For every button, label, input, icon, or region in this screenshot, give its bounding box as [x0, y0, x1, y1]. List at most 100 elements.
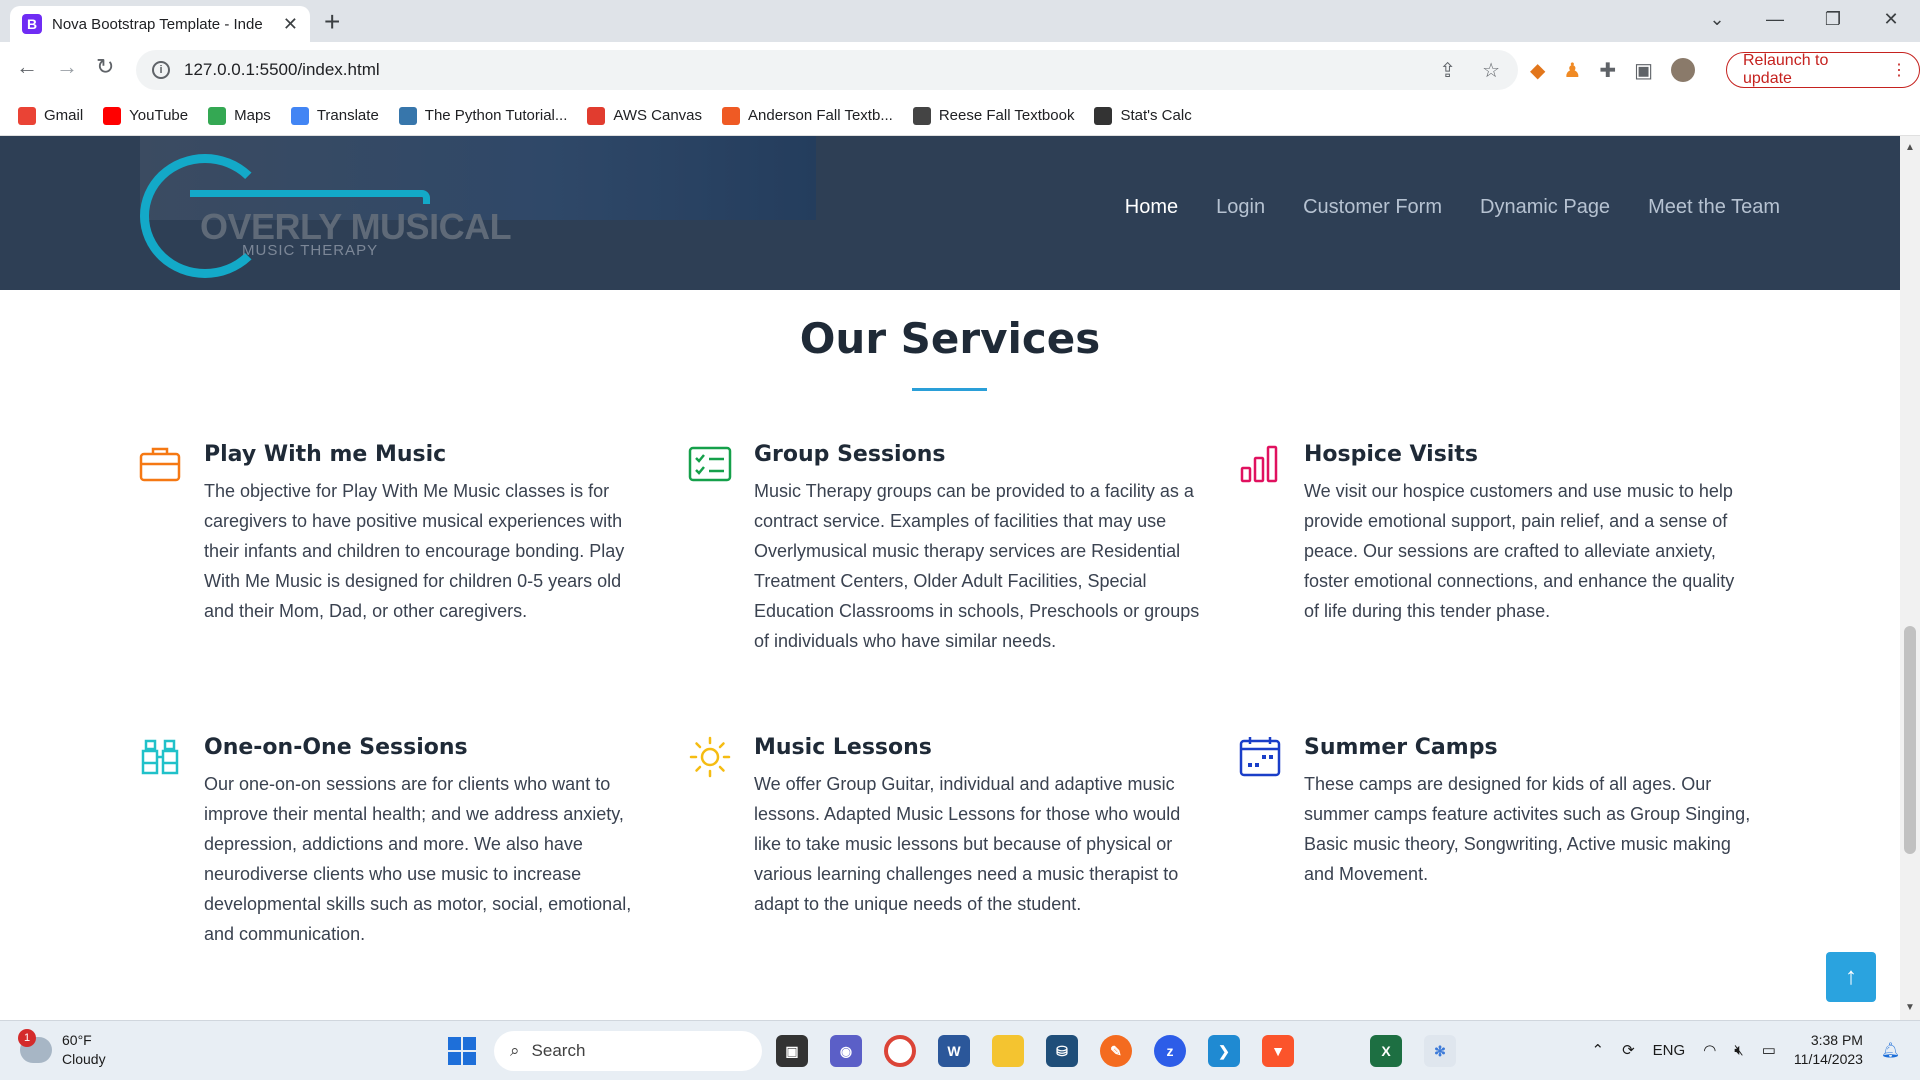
puzzle-extensions-icon[interactable]: ✚ [1599, 58, 1616, 83]
bootstrap-favicon-icon: B [22, 14, 42, 34]
side-panel-icon[interactable]: ▣ [1634, 58, 1653, 83]
service-description: We offer Group Guitar, individual and ad… [754, 774, 1181, 914]
canvas-icon [587, 106, 606, 125]
weather-widget[interactable]: 1 60°F Cloudy [18, 1029, 106, 1069]
minimize-icon[interactable]: — [1746, 9, 1804, 30]
nav-customer-form[interactable]: Customer Form [1303, 196, 1442, 219]
calendar-icon [1239, 737, 1281, 777]
notification-bell-icon[interactable]: 🔔︎ [1881, 1041, 1900, 1059]
profile-avatar[interactable] [1671, 58, 1695, 82]
python-icon [398, 106, 417, 125]
more-menu-icon[interactable]: ⋮ [1891, 60, 1907, 80]
tab-search-chevron-icon[interactable]: ⌄ [1688, 9, 1746, 30]
bar-chart-icon [1240, 445, 1278, 483]
bookmark-label: Translate [316, 107, 379, 124]
url-text[interactable]: 127.0.0.1:5500/index.html [184, 60, 380, 80]
speaker-muted-icon[interactable]: 🔇︎ [1734, 1042, 1743, 1059]
page-scrollbar[interactable]: ▲ ▼ [1900, 136, 1920, 1020]
tab-strip: B Nova Bootstrap Template - Inde ✕ + ⌄ —… [0, 0, 1920, 42]
nav-meet-the-team[interactable]: Meet the Team [1648, 196, 1780, 219]
metamask-extension-icon[interactable]: ◆ [1530, 58, 1545, 83]
briefcase-icon [139, 447, 181, 482]
service-description: We visit our hospice customers and use m… [1304, 481, 1735, 621]
bookmark-item[interactable]: The Python Tutorial... [398, 106, 568, 125]
card-checklist-icon [688, 446, 732, 482]
file-explorer-icon[interactable] [992, 1035, 1024, 1067]
bookmark-label: Anderson Fall Textb... [748, 107, 893, 124]
bookmark-item[interactable]: YouTube [103, 106, 188, 125]
new-tab-icon[interactable]: + [324, 6, 340, 38]
language-indicator[interactable]: ENG [1653, 1042, 1686, 1059]
scrollbar-thumb[interactable] [1904, 626, 1916, 854]
battery-icon[interactable]: ▭ [1762, 1041, 1776, 1059]
bookmark-item[interactable]: Maps [208, 106, 271, 125]
service-title: Summer Camps [1304, 735, 1498, 760]
vscode-icon[interactable]: ❯ [1208, 1035, 1240, 1067]
postman-icon[interactable]: ✎ [1100, 1035, 1132, 1067]
taskbar-apps: ▣ ◉ W ⛁ ✎ z ❯ ▼ X ✻ [776, 1035, 1456, 1067]
browser-tab[interactable]: B Nova Bootstrap Template - Inde ✕ [10, 6, 310, 42]
taskbar-spacer [1316, 1035, 1348, 1067]
scroll-down-arrow-icon[interactable]: ▼ [1905, 1002, 1915, 1013]
service-description: The objective for Play With Me Music cla… [204, 481, 625, 621]
bookmark-item[interactable]: Reese Fall Textbook [912, 106, 1075, 125]
word-icon[interactable]: W [938, 1035, 970, 1067]
service-title: Group Sessions [754, 442, 946, 467]
scroll-to-top-button[interactable]: ↑ [1826, 952, 1876, 1002]
bookmark-item[interactable]: AWS Canvas [587, 106, 703, 125]
bookmark-item[interactable]: Gmail [18, 106, 84, 125]
share-icon[interactable]: ⇪ [1439, 58, 1456, 83]
bookmark-item[interactable]: Anderson Fall Textb... [722, 106, 893, 125]
nav-dynamic-page[interactable]: Dynamic Page [1480, 196, 1610, 219]
brave-icon[interactable]: ▼ [1262, 1035, 1294, 1067]
reload-icon[interactable]: ↻ [96, 54, 114, 80]
tab-title: Nova Bootstrap Template - Inde [52, 15, 263, 33]
forward-arrow-icon[interactable]: → [56, 54, 78, 80]
site-info-icon[interactable]: i [152, 61, 170, 79]
sync-icon[interactable]: ⟳ [1622, 1041, 1635, 1059]
close-tab-icon[interactable]: ✕ [283, 14, 298, 35]
clock[interactable]: 3:38 PM 11/14/2023 [1794, 1031, 1863, 1069]
service-description: These camps are designed for kids of all… [1304, 774, 1751, 884]
database-app-icon[interactable]: ⛁ [1046, 1035, 1078, 1067]
bookmark-label: Reese Fall Textbook [938, 107, 1075, 124]
address-bar[interactable]: i 127.0.0.1:5500/index.html ⇪ ☆ [136, 50, 1518, 90]
weather-temperature: 60°F [62, 1032, 92, 1048]
relaunch-button[interactable]: Relaunch to update ⋮ [1726, 52, 1920, 88]
search-label: Search [531, 1041, 586, 1060]
windows-start-icon[interactable] [448, 1037, 476, 1065]
bookmark-label: The Python Tutorial... [424, 107, 568, 124]
bookmark-label: Stat's Calc [1120, 107, 1192, 124]
chrome-icon[interactable] [884, 1035, 916, 1067]
bookmark-label: AWS Canvas [613, 107, 703, 124]
back-arrow-icon[interactable]: ← [16, 54, 38, 80]
taskbar-search[interactable]: ⌕ Search [494, 1031, 762, 1071]
chevron-up-icon[interactable]: ⌃ [1592, 1041, 1605, 1059]
bookmark-star-icon[interactable]: ☆ [1482, 58, 1500, 83]
nav-login[interactable]: Login [1216, 196, 1265, 219]
wifi-icon[interactable]: ◠ [1703, 1041, 1716, 1059]
snipping-tool-icon[interactable]: ✻ [1424, 1035, 1456, 1067]
close-window-icon[interactable]: ✕ [1862, 9, 1920, 30]
task-view-icon[interactable]: ▣ [776, 1035, 808, 1067]
title-underline [912, 388, 987, 391]
extension-icon[interactable]: ♟ [1563, 58, 1581, 83]
service-description: Music Therapy groups can be provided to … [754, 481, 1200, 651]
sun-icon [689, 736, 731, 778]
window-controls: ⌄ — ❐ ✕ [1688, 0, 1920, 38]
bookmark-item[interactable]: Translate [290, 106, 379, 125]
excel-icon[interactable]: X [1370, 1035, 1402, 1067]
scroll-up-arrow-icon[interactable]: ▲ [1905, 142, 1915, 153]
bookmark-label: Gmail [44, 107, 84, 124]
gmail-icon [18, 106, 36, 125]
service-description: Our one-on-on sessions are for clients w… [204, 774, 632, 944]
service-title: Hospice Visits [1304, 442, 1478, 467]
teams-chat-icon[interactable]: ◉ [830, 1035, 862, 1067]
nav-home[interactable]: Home [1125, 196, 1178, 219]
bookmark-item[interactable]: Stat's Calc [1094, 106, 1192, 125]
restore-icon[interactable]: ❐ [1804, 9, 1862, 30]
service-title: Music Lessons [754, 735, 932, 760]
clock-time: 3:38 PM [1810, 1032, 1863, 1048]
zoom-icon[interactable]: z [1154, 1035, 1186, 1067]
logo-neck-shape [190, 190, 430, 204]
